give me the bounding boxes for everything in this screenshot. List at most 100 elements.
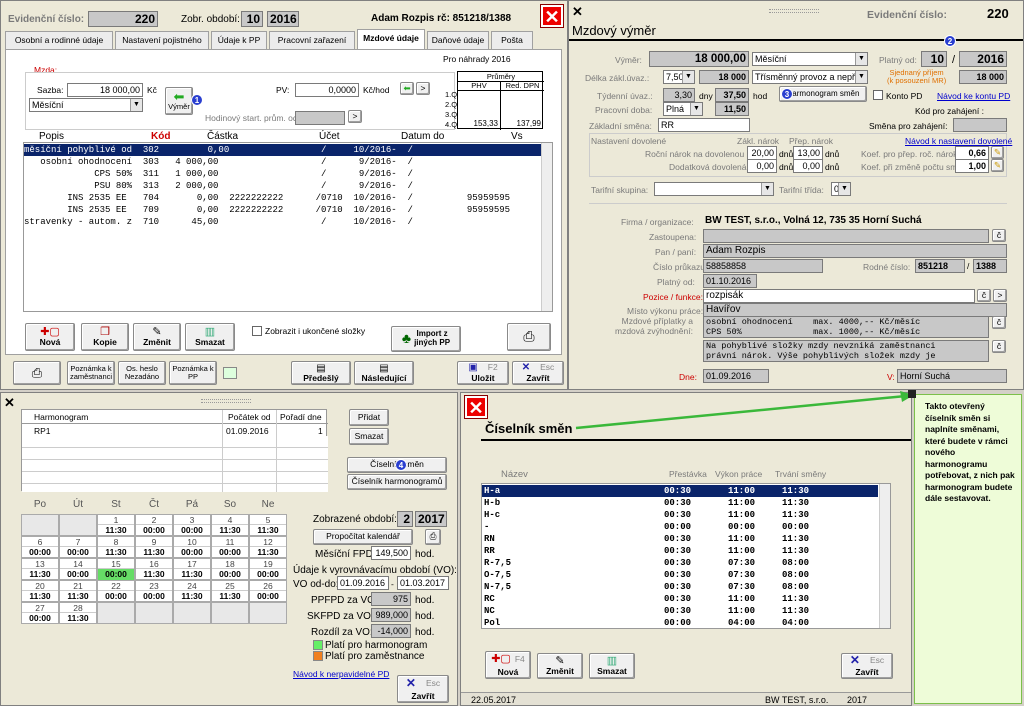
pozice-input[interactable]: rozpisák bbox=[703, 289, 975, 303]
list-item[interactable]: stravenky - autom. z 710 45,00 / 10/2016… bbox=[24, 216, 542, 228]
ciselnik-harmonogramu-button[interactable]: Číselník harmonogramů bbox=[347, 474, 447, 490]
calendar-day[interactable]: 25 11:30 bbox=[211, 580, 249, 602]
calendar-day[interactable]: 13 11:30 bbox=[21, 558, 59, 580]
pv-next-button[interactable]: > bbox=[416, 82, 430, 95]
smazat-button[interactable]: Smazat bbox=[349, 428, 389, 445]
list-item[interactable]: RN 00:30 11:00 11:30 bbox=[482, 533, 878, 545]
tarifni-skupina-select[interactable]: ▼ bbox=[654, 182, 774, 196]
calendar-day[interactable]: 16 11:30 bbox=[135, 558, 173, 580]
calendar-day[interactable]: 3 00:00 bbox=[173, 514, 211, 536]
koef-prep-value[interactable]: 0,66 bbox=[955, 146, 989, 160]
zastoupena-edit-button[interactable]: ĉ bbox=[992, 229, 1006, 242]
platny-month[interactable]: 10 bbox=[921, 51, 947, 67]
window-grip[interactable] bbox=[201, 399, 251, 403]
close-icon[interactable]: ✕ bbox=[572, 4, 583, 20]
calendar-day[interactable]: 14 00:00 bbox=[59, 558, 97, 580]
priplatky-edit-button[interactable]: ĉ bbox=[992, 316, 1006, 329]
calendar-day[interactable]: 4 11:30 bbox=[211, 514, 249, 536]
calendar-day[interactable]: 1 11:30 bbox=[97, 514, 135, 536]
tarifni-trida-select[interactable]: 0 ▼ bbox=[831, 182, 851, 196]
vymer-type-select[interactable]: Měsíční ▼ bbox=[752, 52, 868, 66]
zavrit-button[interactable]: ✕ Esc Zavřít bbox=[512, 361, 564, 385]
navod-konto-link[interactable]: Návod ke kontu PD bbox=[937, 91, 1010, 101]
sazba-input[interactable]: 18 000,00 bbox=[67, 83, 143, 97]
rocni-value[interactable]: 20,00 bbox=[747, 146, 777, 160]
kopie-button[interactable]: ❐ Kopie bbox=[81, 323, 129, 351]
calendar-day[interactable]: 22 00:00 bbox=[97, 580, 135, 602]
nasledujici-button[interactable]: ▤ Následující bbox=[354, 361, 414, 385]
list-item[interactable]: RC 00:30 11:00 11:30 bbox=[482, 593, 878, 605]
konto-pd-checkbox[interactable] bbox=[873, 90, 883, 100]
list-item[interactable]: CPS 50% 311 1 000,00 / 9/2016- / bbox=[24, 168, 542, 180]
pozice-next-button[interactable]: > bbox=[993, 289, 1007, 302]
tab-0[interactable]: Osobní a rodinné údaje bbox=[5, 31, 113, 49]
import-button[interactable]: ♣ Import z jiných PP bbox=[391, 326, 461, 352]
print-button[interactable]: ⎙ bbox=[425, 529, 441, 545]
list-item[interactable]: PSU 80% 313 2 000,00 / 9/2016- / bbox=[24, 180, 542, 192]
zmenit-button[interactable]: ✎ Změnit bbox=[537, 653, 583, 679]
dne-value[interactable]: 01.09.2016 bbox=[703, 369, 769, 383]
poznamka-edit-button[interactable]: ĉ bbox=[992, 340, 1006, 353]
koef-zmena-edit-button[interactable]: ✎ bbox=[991, 159, 1004, 172]
pozice-edit-button[interactable]: ĉ bbox=[977, 289, 991, 302]
rocni-prep-value[interactable]: 13,00 bbox=[793, 146, 823, 160]
list-item[interactable]: měsíční pohyblivé od 302 0,00 / 10/2016-… bbox=[24, 144, 542, 156]
mesicni-select[interactable]: Měsíční ▼ bbox=[29, 98, 143, 112]
nova-button[interactable]: ✚▢ F4 Nová bbox=[485, 651, 531, 679]
close-icon[interactable]: ✕ bbox=[540, 4, 564, 28]
list-item[interactable]: - 00:00 00:00 00:00 bbox=[482, 521, 878, 533]
vymer-button[interactable]: ⬅ Výměr bbox=[165, 87, 193, 115]
pridat-button[interactable]: Přidat bbox=[349, 409, 389, 426]
harmonogram-table[interactable]: Harmonogram Počátek od Pořadí dne RP1 01… bbox=[21, 409, 328, 492]
mzda-list[interactable]: měsíční pohyblivé od 302 0,00 / 10/2016-… bbox=[23, 142, 553, 312]
dodatkova-value[interactable]: 0,00 bbox=[747, 159, 777, 173]
smeny-list[interactable]: H-a 00:30 11:00 11:30 H-b 00:30 11:00 11:30 H-c 0… bbox=[481, 483, 891, 629]
pv-input[interactable]: 0,0000 bbox=[295, 83, 359, 97]
list-item[interactable]: INS 2535 EE 709 0,00 2222222222 /0710 10… bbox=[24, 204, 542, 216]
koef-zmena-value[interactable]: 1,00 bbox=[955, 159, 989, 173]
tab-4[interactable]: Mzdové údaje bbox=[357, 29, 425, 49]
list-item[interactable]: H-b 00:30 11:00 11:30 bbox=[482, 497, 878, 509]
pv-arrow-button[interactable]: ⬅ bbox=[400, 82, 414, 95]
zavrit-button[interactable]: ✕ Esc Zavřít bbox=[841, 653, 893, 679]
calendar-day[interactable]: 24 11:30 bbox=[173, 580, 211, 602]
hod-start-next-button[interactable]: > bbox=[348, 110, 362, 123]
zakl-smena-input[interactable]: RR bbox=[658, 118, 750, 132]
calendar-day[interactable]: 27 00:00 bbox=[21, 602, 59, 624]
calendar-day[interactable]: 20 11:30 bbox=[21, 580, 59, 602]
close-icon[interactable]: ✕ bbox=[464, 395, 488, 419]
list-item[interactable]: osobní ohodnocení 303 4 000,00 / 9/2016-… bbox=[24, 156, 542, 168]
tab-6[interactable]: Pošta bbox=[491, 31, 533, 49]
list-item[interactable]: N-7,5 00:30 07:30 08:00 bbox=[482, 581, 878, 593]
dodatkova-prep-value[interactable]: 0,00 bbox=[793, 159, 823, 173]
poznamka-zam-button[interactable]: Poznámka k zaměstnanci bbox=[67, 361, 115, 385]
propocitat-button[interactable]: Propočítat kalendář bbox=[313, 529, 413, 545]
smazat-button[interactable]: ▥ Smazat bbox=[185, 323, 235, 351]
smazat-button[interactable]: ▥ Smazat bbox=[589, 653, 635, 679]
calendar-day[interactable]: 28 11:30 bbox=[59, 602, 97, 624]
calendar-day[interactable]: 9 11:30 bbox=[135, 536, 173, 558]
tab-2[interactable]: Údaje k PP bbox=[211, 31, 267, 49]
tab-1[interactable]: Nastavení pojistného bbox=[115, 31, 209, 49]
calendar-day[interactable]: 26 00:00 bbox=[249, 580, 287, 602]
window-grip[interactable] bbox=[769, 9, 819, 13]
calendar-day[interactable]: 12 11:30 bbox=[249, 536, 287, 558]
list-item[interactable]: O-7,5 00:30 07:30 08:00 bbox=[482, 569, 878, 581]
tab-3[interactable]: Pracovní zařazení bbox=[269, 31, 355, 49]
calendar-day[interactable]: 8 11:30 bbox=[97, 536, 135, 558]
poznamka-pp-button[interactable]: Poznámka k PP bbox=[169, 361, 217, 385]
zastoupena-input[interactable] bbox=[703, 229, 989, 243]
calendar-day[interactable]: 17 11:30 bbox=[173, 558, 211, 580]
navod-dovolene-link[interactable]: Návod k nastavení dovolené bbox=[905, 136, 1012, 146]
calendar-day[interactable]: 18 00:00 bbox=[211, 558, 249, 580]
smeny-scrollbar[interactable] bbox=[879, 484, 890, 628]
list-item[interactable]: RR 00:30 11:00 11:30 bbox=[482, 545, 878, 557]
navod-nepravidelne-link[interactable]: Návod k nerpavidelné PD bbox=[293, 669, 389, 679]
smena-zahajeni-input[interactable] bbox=[953, 118, 1007, 132]
tab-5[interactable]: Daňové údaje bbox=[427, 31, 489, 49]
list-item[interactable]: Pol 00:00 04:00 04:00 bbox=[482, 617, 878, 628]
calendar-day[interactable]: 23 00:00 bbox=[135, 580, 173, 602]
calendar-day[interactable]: 6 00:00 bbox=[21, 536, 59, 558]
list-item[interactable]: R-7,5 00:30 07:30 08:00 bbox=[482, 557, 878, 569]
hod-start-input[interactable] bbox=[295, 111, 345, 125]
